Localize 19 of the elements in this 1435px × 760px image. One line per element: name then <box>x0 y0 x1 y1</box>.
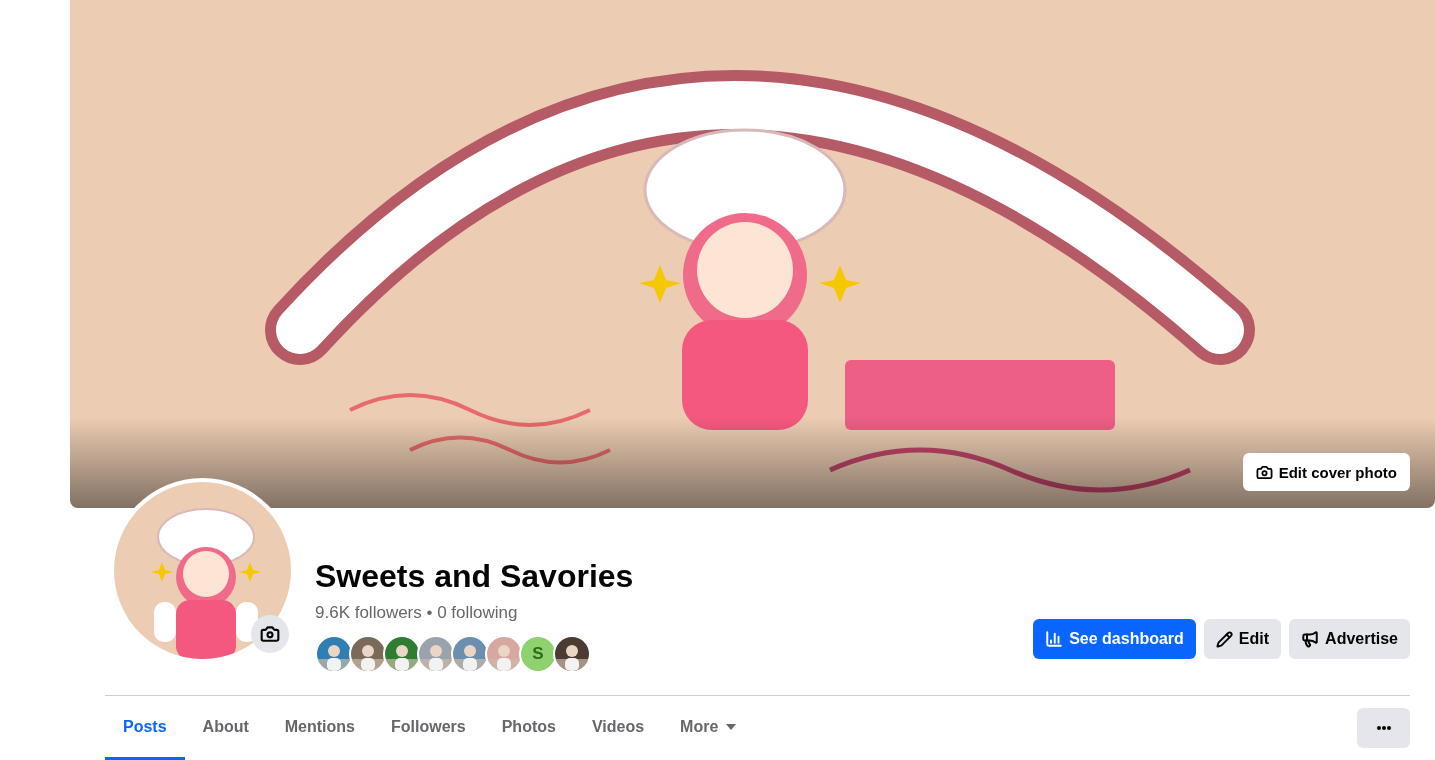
page-name: Sweets and Savories <box>315 557 635 595</box>
tab[interactable]: About <box>184 696 267 760</box>
camera-button[interactable] <box>251 615 289 653</box>
tab[interactable]: Videos <box>573 696 663 760</box>
tab[interactable]: Mentions <box>266 696 373 760</box>
more-icon <box>1376 726 1391 730</box>
action-button[interactable]: Edit <box>1203 619 1282 659</box>
chart-icon <box>1045 630 1064 648</box>
tab[interactable]: Photos <box>483 696 574 760</box>
tab[interactable]: Followers <box>373 696 484 760</box>
letter-avatar: S <box>519 635 557 673</box>
megaphone-icon <box>1301 630 1320 648</box>
follower-stats: 9.6K followers • 0 following <box>315 603 519 623</box>
camera-icon <box>260 624 280 644</box>
pencil-icon <box>1215 630 1233 648</box>
action-button[interactable]: Advertise <box>1289 619 1410 659</box>
dashboard-button[interactable]: See dashboard <box>1033 619 1196 659</box>
tab[interactable]: More <box>662 696 755 760</box>
tab[interactable]: Posts <box>105 696 185 760</box>
